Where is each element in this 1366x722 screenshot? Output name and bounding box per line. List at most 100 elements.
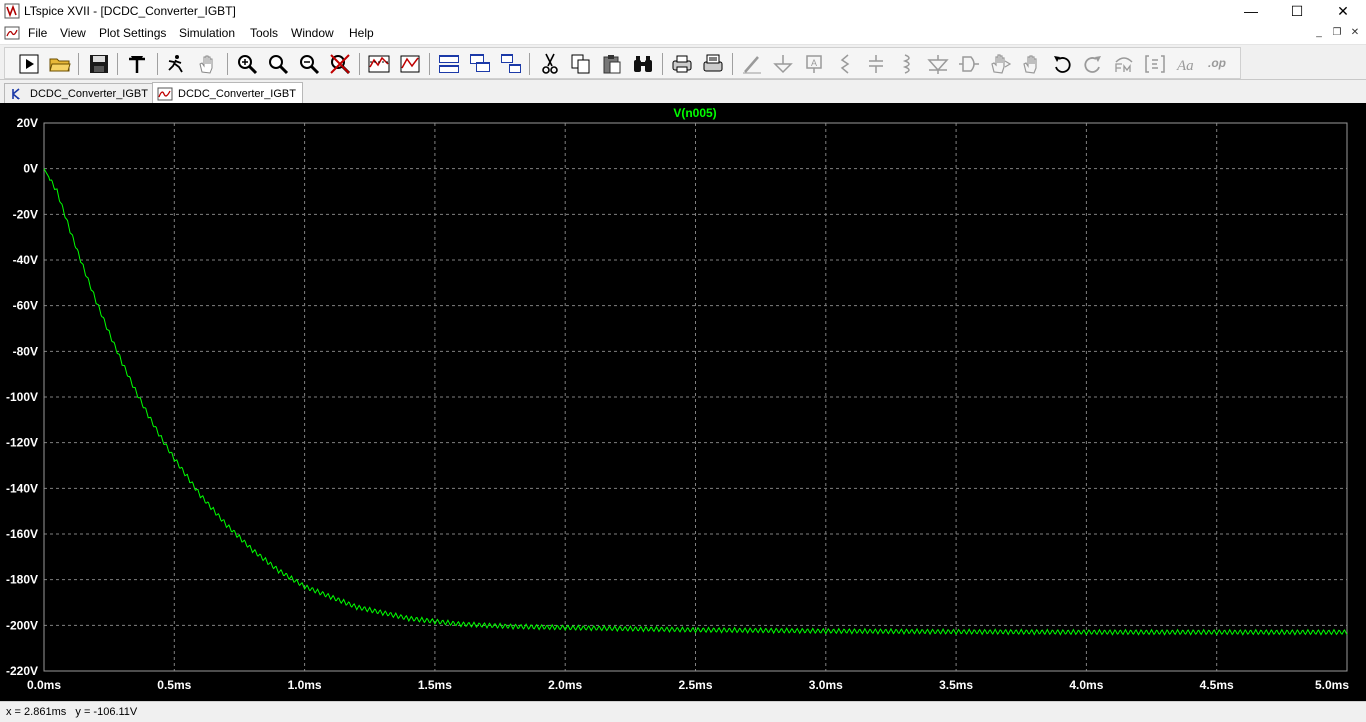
pan-hand-button[interactable]	[195, 52, 219, 76]
autorange-icon	[368, 55, 390, 73]
tile-horizontal-icon	[439, 55, 459, 73]
tile-vertical-icon	[501, 54, 521, 73]
rotate-button[interactable]	[1112, 52, 1136, 76]
x-tick-label: 0.5ms	[157, 678, 191, 692]
x-tick-label: 4.0ms	[1069, 678, 1103, 692]
resistor-button[interactable]	[833, 52, 857, 76]
save-icon	[90, 55, 108, 73]
mdi-restore-button[interactable]: ❐	[1330, 27, 1344, 39]
x-tick-label: 0.0ms	[27, 678, 61, 692]
tab-schematic[interactable]: DCDC_Converter_IGBT	[4, 83, 155, 104]
label-icon: A	[806, 55, 822, 73]
move-icon	[991, 54, 1012, 74]
trace-label[interactable]: V(n005)	[673, 106, 716, 120]
x-tick-label: 1.5ms	[418, 678, 452, 692]
text-button[interactable]: Aa	[1174, 52, 1198, 76]
menu-plot-settings[interactable]: Plot Settings	[99, 26, 166, 40]
menu-view[interactable]: View	[60, 26, 86, 40]
waveform-plot[interactable]: V(n005) 20V 0V -20V -40V -60V -80V -100V -120V -…	[0, 103, 1366, 701]
redo-button[interactable]	[1081, 52, 1105, 76]
print-button[interactable]	[670, 52, 694, 76]
rotate-icon	[1115, 57, 1133, 72]
mdi-minimize-button[interactable]: _	[1312, 27, 1326, 39]
print-setup-button[interactable]	[701, 52, 725, 76]
minimize-button[interactable]: —	[1228, 0, 1274, 22]
x-tick-label: 2.0ms	[548, 678, 582, 692]
control-panel-button[interactable]	[125, 52, 149, 76]
halt-icon	[168, 55, 183, 73]
waveform-chart[interactable]: V(n005) 20V 0V -20V -40V -60V -80V -100V -120V -…	[0, 103, 1366, 701]
toolbar-separator	[78, 53, 79, 75]
label-button[interactable]: A	[802, 52, 826, 76]
component-icon	[959, 56, 979, 72]
wire-icon	[743, 56, 761, 74]
y-tick-label: -100V	[6, 390, 38, 404]
pan-hand-icon	[199, 55, 213, 74]
capacitor-button[interactable]	[864, 52, 888, 76]
inductor-button[interactable]	[895, 52, 919, 76]
zoom-out-button[interactable]	[297, 52, 321, 76]
mdi-close-button[interactable]: ✕	[1348, 27, 1362, 39]
cascade-button[interactable]	[468, 52, 492, 76]
run-button[interactable]	[17, 52, 41, 76]
run-icon	[19, 54, 39, 74]
ground-button[interactable]	[771, 52, 795, 76]
tab-label: DCDC_Converter_IGBT	[30, 88, 148, 100]
find-button[interactable]	[631, 52, 655, 76]
zoom-fit-button[interactable]	[398, 52, 422, 76]
redo-icon	[1084, 56, 1101, 73]
menu-file[interactable]: File	[28, 26, 47, 40]
component-button[interactable]	[957, 52, 981, 76]
y-tick-label: 20V	[17, 116, 38, 130]
tab-waveform[interactable]: DCDC_Converter_IGBT	[152, 82, 303, 104]
zoom-cancel-button[interactable]	[328, 52, 352, 76]
toolbar-separator	[359, 53, 360, 75]
mirror-icon	[1145, 55, 1165, 73]
menu-simulation[interactable]: Simulation	[179, 26, 235, 40]
svg-text:A: A	[811, 58, 817, 68]
close-button[interactable]: ✕	[1320, 0, 1366, 22]
undo-icon	[1054, 56, 1071, 73]
move-button[interactable]	[988, 52, 1012, 76]
menu-window[interactable]: Window	[291, 26, 334, 40]
zoom-area-button[interactable]	[266, 52, 290, 76]
tile-vertical-button[interactable]	[499, 52, 523, 76]
print-setup-icon	[703, 54, 723, 72]
waveform-icon	[157, 87, 173, 100]
spice-directive-button[interactable]: .op	[1205, 52, 1229, 76]
y-tick-label: 0V	[23, 162, 38, 176]
halt-button[interactable]	[164, 52, 188, 76]
maximize-button[interactable]: ☐	[1274, 0, 1320, 22]
zoom-out-icon	[300, 55, 320, 75]
zoom-in-button[interactable]	[235, 52, 259, 76]
diode-button[interactable]	[926, 52, 950, 76]
spice-directive-icon: .op	[1208, 56, 1226, 70]
y-tick-label: -60V	[13, 299, 38, 313]
zoom-in-icon	[238, 55, 258, 75]
mirror-button[interactable]	[1143, 52, 1167, 76]
menu-help[interactable]: Help	[349, 26, 374, 40]
y-tick-label: -80V	[13, 344, 38, 358]
x-tick-label: 2.5ms	[678, 678, 712, 692]
menu-tools[interactable]: Tools	[250, 26, 278, 40]
wire-button[interactable]	[740, 52, 764, 76]
y-tick-label: -180V	[6, 573, 38, 587]
schematic-icon	[12, 88, 20, 100]
drag-button[interactable]	[1019, 52, 1043, 76]
undo-button[interactable]	[1050, 52, 1074, 76]
close-icon: ✕	[1337, 2, 1349, 19]
save-button[interactable]	[87, 52, 111, 76]
x-tick-label: 3.0ms	[809, 678, 843, 692]
x-tick-label: 4.5ms	[1200, 678, 1234, 692]
cut-icon	[542, 53, 558, 74]
document-icon[interactable]	[4, 25, 20, 41]
open-folder-button[interactable]	[48, 52, 72, 76]
text-icon: Aa	[1176, 58, 1194, 74]
cut-button[interactable]	[538, 52, 562, 76]
toolbar-separator	[662, 53, 663, 75]
tile-horizontal-button[interactable]	[437, 52, 461, 76]
paste-button[interactable]	[600, 52, 624, 76]
copy-button[interactable]	[569, 52, 593, 76]
autorange-button[interactable]	[367, 52, 391, 76]
svg-text:.op: .op	[1208, 56, 1226, 70]
